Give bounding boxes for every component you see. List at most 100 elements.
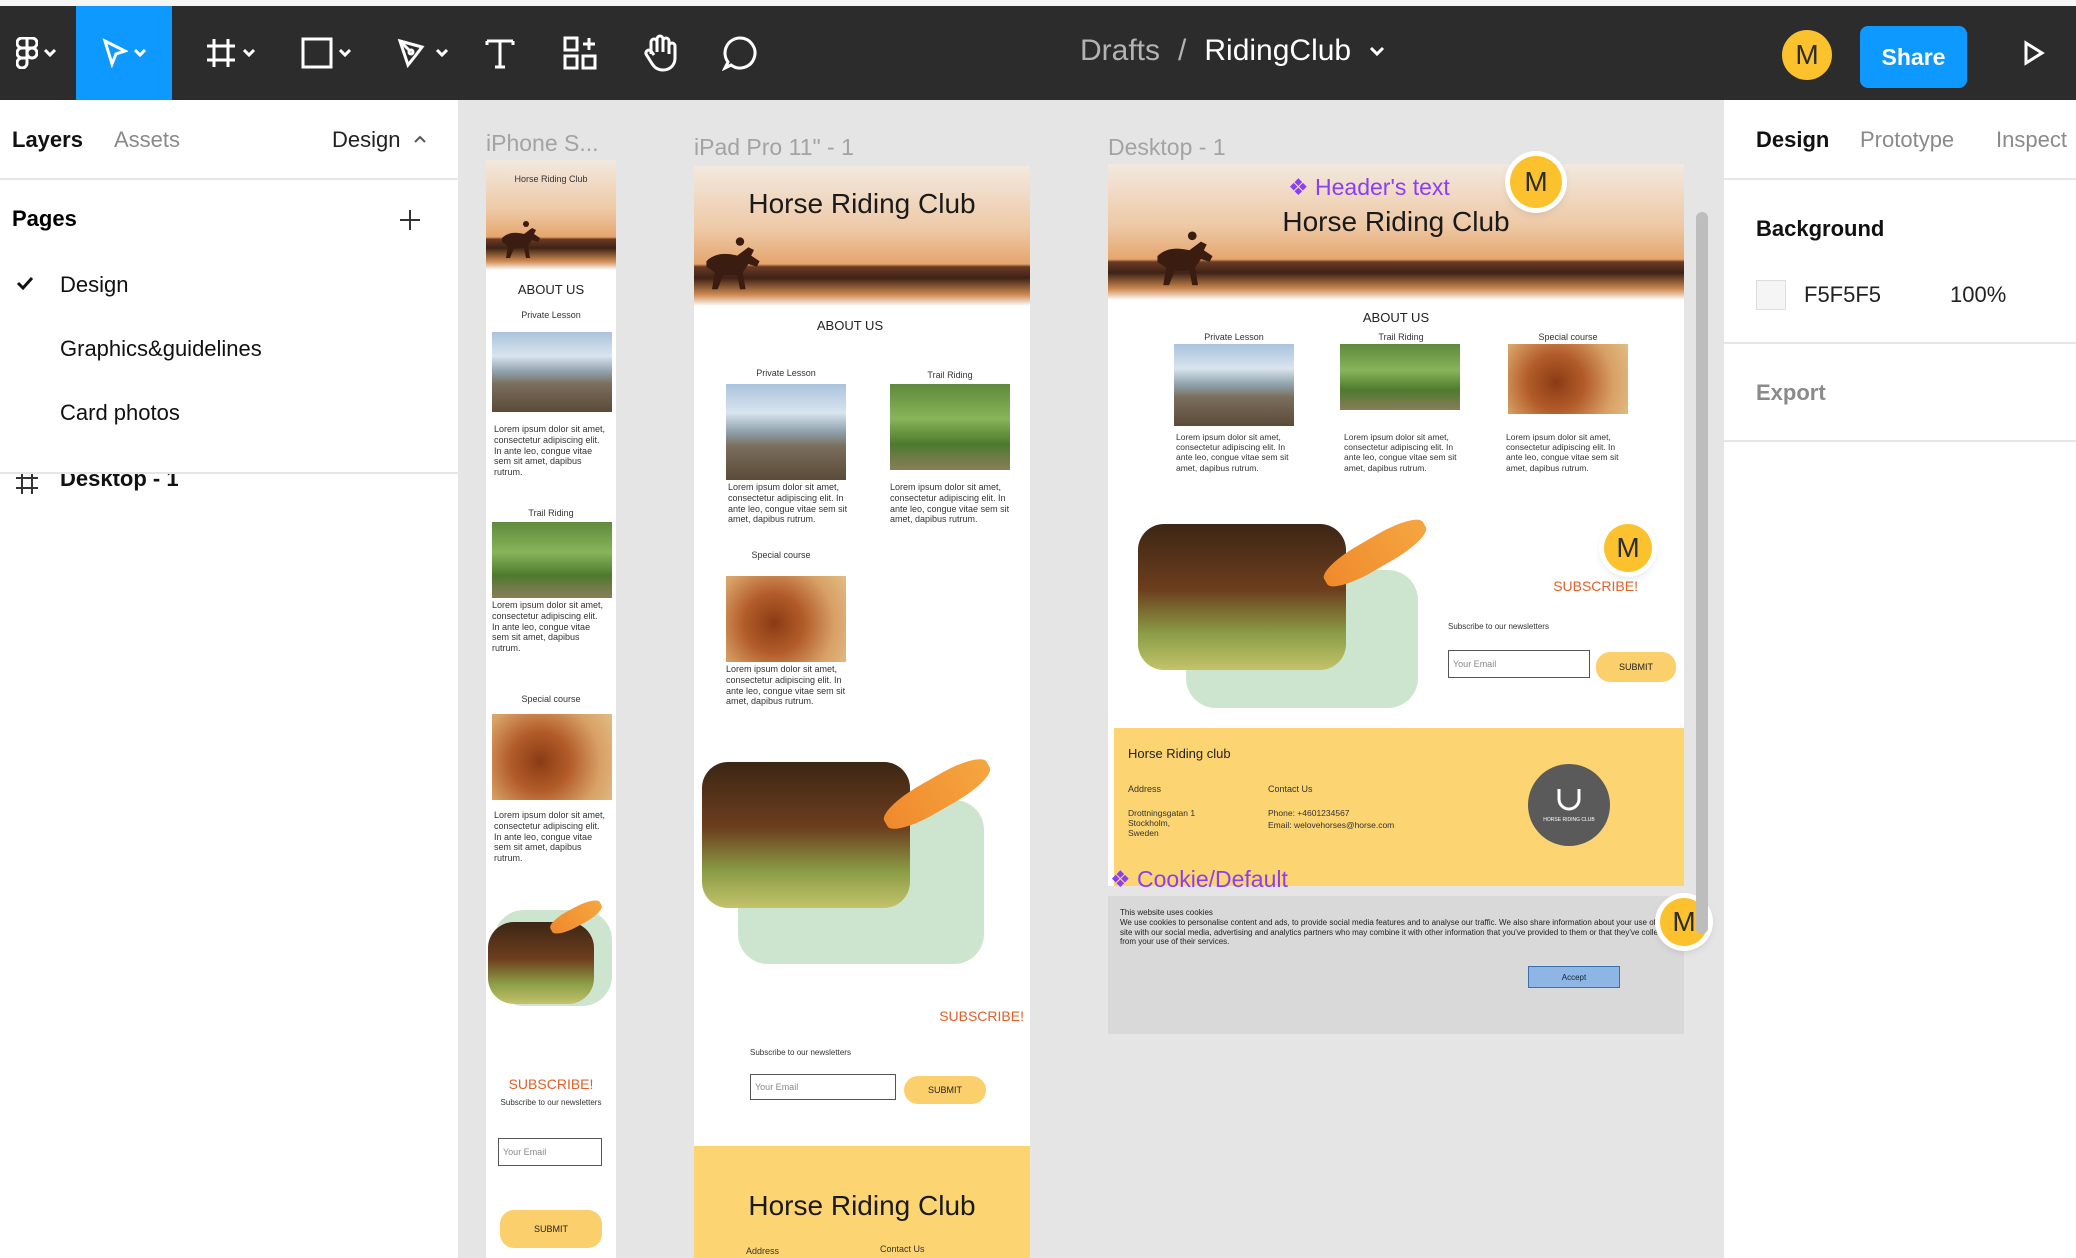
hand-icon xyxy=(644,34,677,72)
about-heading: ABOUT US xyxy=(1362,310,1430,325)
shape-tool-button[interactable] xyxy=(286,6,366,100)
card-text: Lorem ipsum dolor sit amet, consectetur … xyxy=(494,810,606,864)
page-item-card-photos[interactable]: Card photos xyxy=(60,400,180,426)
tab-inspect[interactable]: Inspect xyxy=(1996,127,2067,153)
layer-name: Desktop - 1 xyxy=(60,474,179,491)
chevron-up-icon[interactable] xyxy=(414,135,426,143)
card-title: Private Lesson xyxy=(756,368,816,378)
iphone-frame-label[interactable]: iPhone S... xyxy=(486,130,599,157)
card-photo xyxy=(1174,344,1294,426)
frame-tool-button[interactable] xyxy=(190,6,270,100)
text-icon xyxy=(485,39,515,69)
card-photo xyxy=(1508,344,1628,414)
ipad-frame[interactable]: Horse Riding Club ABOUT US Private Lesso… xyxy=(694,166,1030,1258)
card-text: Lorem ipsum dolor sit amet, consectetur … xyxy=(1344,432,1457,473)
tab-assets[interactable]: Assets xyxy=(114,127,180,153)
horse-rider-icon xyxy=(706,237,760,290)
card-title: Private Lesson xyxy=(521,310,581,320)
horse-photo xyxy=(1138,524,1346,670)
accept-button[interactable]: Accept xyxy=(1528,966,1620,988)
share-button[interactable]: Share xyxy=(1860,26,1967,88)
address-text: Drottningsgatan 1 Stockholm, Sweden xyxy=(1128,808,1196,839)
horse-rider-icon xyxy=(1157,231,1213,286)
email-input[interactable]: Your Email xyxy=(1448,650,1590,678)
present-button[interactable] xyxy=(2010,6,2058,100)
export-heading[interactable]: Export xyxy=(1756,380,1826,406)
hero-title: Horse Riding Club xyxy=(1282,206,1510,237)
card-text: Lorem ipsum dolor sit amet, consectetur … xyxy=(726,664,846,707)
card-photo xyxy=(492,714,612,800)
club-logo: HORSE RIDING CLUB xyxy=(1528,764,1610,846)
file-name[interactable]: RidingClub xyxy=(1204,34,1351,68)
drafts-link[interactable]: Drafts xyxy=(1080,34,1160,68)
pen-icon xyxy=(397,38,425,69)
cookie-body: We use cookies to personalise content an… xyxy=(1120,918,1674,947)
main-menu-button[interactable] xyxy=(0,6,72,100)
address-heading: Address xyxy=(746,1246,780,1256)
card-title: Trail Riding xyxy=(1378,332,1424,342)
iphone-frame[interactable]: Horse Riding Club ABOUT US Private Lesso… xyxy=(486,160,616,1258)
ipad-frame-label[interactable]: iPad Pro 11" - 1 xyxy=(694,134,854,161)
tab-layers[interactable]: Layers xyxy=(12,127,83,153)
tab-prototype[interactable]: Prototype xyxy=(1860,127,1954,153)
logo-text: HORSE RIDING CLUB xyxy=(1543,817,1595,823)
component-name: Header's text xyxy=(1315,174,1450,200)
user-avatar[interactable]: M xyxy=(1782,30,1832,80)
newsletter-label: Subscribe to our newsletters xyxy=(500,1098,602,1107)
bg-opacity-value[interactable]: 100% xyxy=(1950,282,2006,308)
move-tool-button[interactable] xyxy=(76,6,172,100)
background-heading: Background xyxy=(1756,216,1885,241)
card-title: Special course xyxy=(521,694,581,704)
submit-button[interactable]: SUBMIT xyxy=(904,1076,986,1104)
desktop-frame[interactable]: Horse Riding Club ABOUT US Private Lesso… xyxy=(1108,164,1684,886)
desktop-frame-label[interactable]: Desktop - 1 xyxy=(1108,134,1226,161)
components-icon xyxy=(563,36,597,70)
horse-photo xyxy=(702,762,910,908)
page-item-design[interactable]: Design xyxy=(60,272,128,298)
horseshoe-icon xyxy=(1557,789,1581,811)
text-tool-button[interactable] xyxy=(476,6,524,100)
header-component-label[interactable]: ❖ Header's text xyxy=(1288,174,1450,201)
page-switcher[interactable]: Design xyxy=(332,127,400,153)
cookie-banner[interactable]: This website uses cookies We use cookies… xyxy=(1108,896,1684,1034)
color-swatch[interactable] xyxy=(1756,280,1786,310)
comment-avatar[interactable]: M xyxy=(1604,524,1652,572)
hand-tool-button[interactable] xyxy=(636,6,684,100)
hero-title: Horse Riding Club xyxy=(514,174,588,184)
card-photo xyxy=(1340,344,1460,410)
subscribe-heading: SUBSCRIBE! xyxy=(1553,578,1638,594)
contact-heading: Contact Us xyxy=(1268,784,1313,794)
card-text: Lorem ipsum dolor sit amet, consectetur … xyxy=(1176,432,1289,473)
chevron-down-icon xyxy=(44,49,56,57)
bg-hex-value[interactable]: F5F5F5 xyxy=(1804,282,1881,308)
pages-heading: Pages xyxy=(12,206,77,231)
email-input[interactable]: Your Email xyxy=(750,1074,896,1100)
left-tabs: Layers Assets Design xyxy=(0,100,458,180)
play-icon xyxy=(2024,40,2045,66)
layer-row[interactable]: Desktop - 1 xyxy=(0,474,458,496)
email-input[interactable]: Your Email xyxy=(498,1138,602,1166)
footer-title: Horse Riding club xyxy=(1128,746,1231,761)
rectangle-icon xyxy=(301,37,333,69)
chevron-down-icon[interactable] xyxy=(1369,46,1385,56)
submit-button[interactable]: SUBMIT xyxy=(500,1210,602,1248)
card-photo xyxy=(726,384,846,480)
page-item-graphics[interactable]: Graphics&guidelines xyxy=(60,336,262,362)
subscribe-heading: SUBSCRIBE! xyxy=(508,1076,594,1092)
comment-avatar[interactable]: M xyxy=(1510,156,1562,208)
card-text: Lorem ipsum dolor sit amet, consectetur … xyxy=(890,482,1010,525)
footer: Horse Riding club Address Drottningsgata… xyxy=(1114,728,1684,886)
comment-tool-button[interactable] xyxy=(716,6,764,100)
card-text: Lorem ipsum dolor sit amet, consectetur … xyxy=(492,600,604,654)
pen-tool-button[interactable] xyxy=(382,6,462,100)
about-heading: ABOUT US xyxy=(816,318,884,333)
card-photo xyxy=(890,384,1010,470)
address-heading: Address xyxy=(1128,784,1162,794)
canvas[interactable]: iPhone S... Horse Riding Club ABOUT US P… xyxy=(462,100,1720,1258)
canvas-scrollbar[interactable] xyxy=(1696,212,1708,934)
submit-button[interactable]: SUBMIT xyxy=(1596,652,1676,682)
tab-design[interactable]: Design xyxy=(1756,127,1829,153)
add-page-icon[interactable] xyxy=(398,208,422,232)
resources-tool-button[interactable] xyxy=(556,6,604,100)
cookie-component-label[interactable]: ❖ Cookie/Default xyxy=(1110,866,1288,893)
